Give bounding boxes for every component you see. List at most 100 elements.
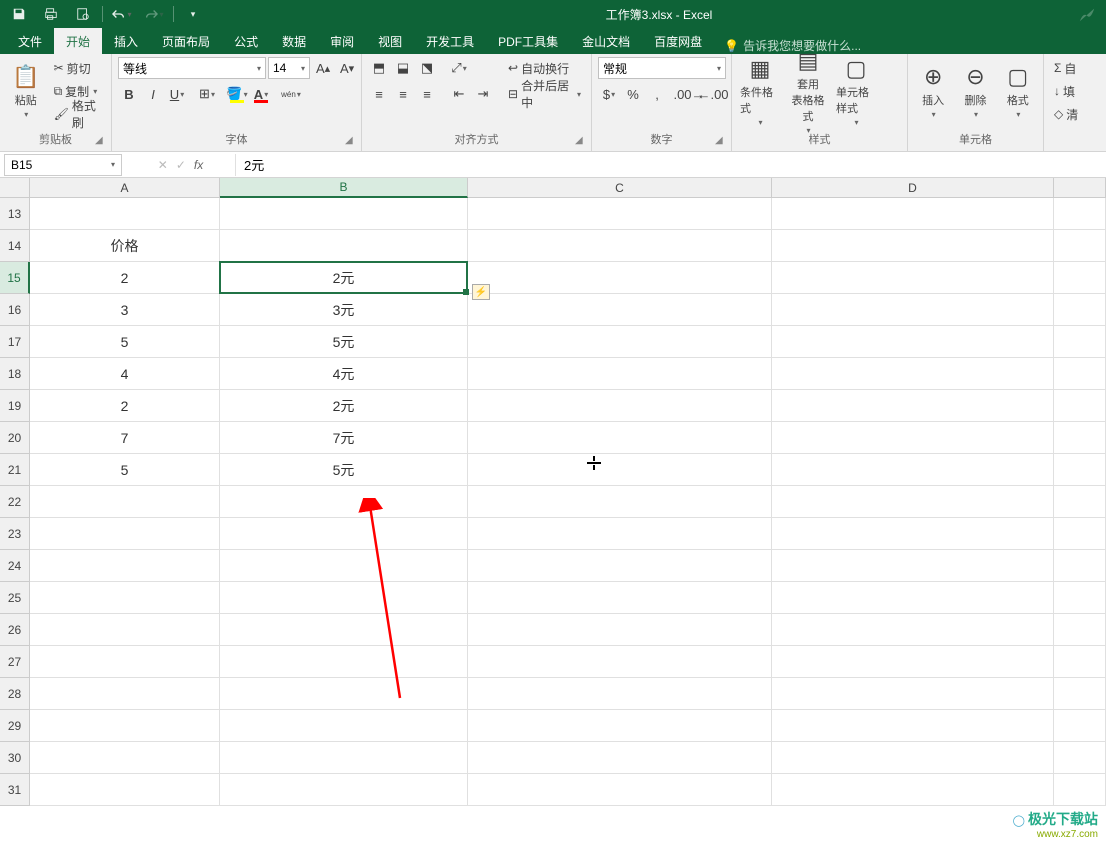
cell[interactable]	[1054, 294, 1106, 326]
cell[interactable]	[468, 486, 772, 518]
number-launcher-icon[interactable]: ◢	[715, 135, 727, 147]
cell[interactable]: 4元	[220, 358, 468, 390]
underline-button[interactable]: U▾	[166, 83, 188, 105]
cell[interactable]	[220, 646, 468, 678]
cell[interactable]	[220, 198, 468, 230]
row-header-18[interactable]: 18	[0, 358, 30, 390]
cell[interactable]	[468, 230, 772, 262]
row-header-23[interactable]: 23	[0, 518, 30, 550]
tab-view[interactable]: 视图	[366, 28, 414, 54]
autofill-options-icon[interactable]: ⚡	[472, 284, 490, 300]
comma-button[interactable]: ,	[646, 83, 668, 105]
row-header-25[interactable]: 25	[0, 582, 30, 614]
cell[interactable]	[1054, 518, 1106, 550]
cell[interactable]	[1054, 390, 1106, 422]
cell[interactable]	[220, 742, 468, 774]
currency-button[interactable]: $▾	[598, 83, 620, 105]
orientation-icon[interactable]: ⤢▾	[448, 57, 470, 79]
cell[interactable]	[468, 614, 772, 646]
cell[interactable]	[220, 230, 468, 262]
quick-print-icon[interactable]	[36, 2, 66, 26]
cell[interactable]: 7	[30, 422, 220, 454]
cell[interactable]	[772, 518, 1054, 550]
cut-button[interactable]: ✂剪切	[50, 57, 105, 79]
percent-button[interactable]: %	[622, 83, 644, 105]
cell[interactable]	[1054, 198, 1106, 230]
row-header-22[interactable]: 22	[0, 486, 30, 518]
bold-button[interactable]: B	[118, 83, 140, 105]
fill-button[interactable]: ↓填	[1050, 80, 1079, 102]
col-header[interactable]	[1054, 178, 1106, 198]
spreadsheet-grid[interactable]: ABCD 13141516171819202122232425262728293…	[0, 178, 1106, 818]
row-header-14[interactable]: 14	[0, 230, 30, 262]
cell[interactable]	[30, 518, 220, 550]
autosum-button[interactable]: Σ自	[1050, 57, 1080, 79]
cell[interactable]	[1054, 358, 1106, 390]
tell-me-search[interactable]: 💡 告诉我您想要做什么...	[724, 37, 861, 54]
cell[interactable]	[468, 326, 772, 358]
cell[interactable]: 5元	[220, 454, 468, 486]
decrease-decimal-icon[interactable]: ←.00	[702, 83, 724, 105]
cell[interactable]: 3元	[220, 294, 468, 326]
cell[interactable]: 5	[30, 326, 220, 358]
cell[interactable]	[772, 614, 1054, 646]
cell[interactable]	[468, 710, 772, 742]
col-header-C[interactable]: C	[468, 178, 772, 198]
cell[interactable]	[468, 518, 772, 550]
row-header-24[interactable]: 24	[0, 550, 30, 582]
cell[interactable]	[772, 678, 1054, 710]
cell[interactable]	[468, 198, 772, 230]
cell[interactable]: 5	[30, 454, 220, 486]
cell[interactable]: 5元	[220, 326, 468, 358]
cell[interactable]	[772, 294, 1054, 326]
cell[interactable]	[772, 230, 1054, 262]
border-button[interactable]: ⊞▾	[196, 83, 218, 105]
tab-pdf[interactable]: PDF工具集	[486, 28, 570, 54]
cell[interactable]: 4	[30, 358, 220, 390]
row-header-16[interactable]: 16	[0, 294, 30, 326]
cell[interactable]	[1054, 230, 1106, 262]
delete-cells-button[interactable]: ⊖删除▾	[956, 57, 994, 125]
cell[interactable]	[1054, 646, 1106, 678]
redo-icon[interactable]: ▾	[139, 2, 169, 26]
col-header-D[interactable]: D	[772, 178, 1054, 198]
cell[interactable]	[772, 582, 1054, 614]
cancel-formula-icon[interactable]: ✕	[158, 158, 168, 172]
tab-insert[interactable]: 插入	[102, 28, 150, 54]
tab-home[interactable]: 开始	[54, 28, 102, 54]
cell[interactable]: 3	[30, 294, 220, 326]
cell[interactable]	[468, 262, 772, 294]
tab-file[interactable]: 文件	[6, 28, 54, 54]
cell[interactable]	[1054, 582, 1106, 614]
cell[interactable]: 2	[30, 390, 220, 422]
row-header-31[interactable]: 31	[0, 774, 30, 806]
cell[interactable]	[468, 774, 772, 806]
cell[interactable]	[30, 742, 220, 774]
cell[interactable]	[220, 550, 468, 582]
undo-icon[interactable]: ▾	[107, 2, 137, 26]
accept-formula-icon[interactable]: ✓	[176, 158, 186, 172]
cell[interactable]	[30, 710, 220, 742]
cell[interactable]	[1054, 774, 1106, 806]
tab-review[interactable]: 审阅	[318, 28, 366, 54]
cells-area[interactable]: 价格22元33元55元44元22元77元55元	[30, 198, 1106, 806]
cell[interactable]	[220, 614, 468, 646]
cell[interactable]	[772, 422, 1054, 454]
cell[interactable]	[772, 198, 1054, 230]
cell[interactable]	[468, 550, 772, 582]
cell[interactable]	[30, 614, 220, 646]
font-size-combo[interactable]: 14▾	[268, 57, 310, 79]
cell[interactable]: 2元	[220, 262, 468, 294]
cell[interactable]	[30, 582, 220, 614]
number-format-combo[interactable]: 常规▾	[598, 57, 726, 79]
cell[interactable]	[220, 710, 468, 742]
cell[interactable]	[1054, 454, 1106, 486]
cell[interactable]	[30, 550, 220, 582]
phonetic-button[interactable]: wén▾	[280, 83, 302, 105]
cell[interactable]: 2元	[220, 390, 468, 422]
cell[interactable]	[30, 774, 220, 806]
cell[interactable]	[772, 390, 1054, 422]
cell[interactable]	[220, 486, 468, 518]
align-right-icon[interactable]: ≡	[416, 83, 438, 105]
cell[interactable]	[772, 454, 1054, 486]
